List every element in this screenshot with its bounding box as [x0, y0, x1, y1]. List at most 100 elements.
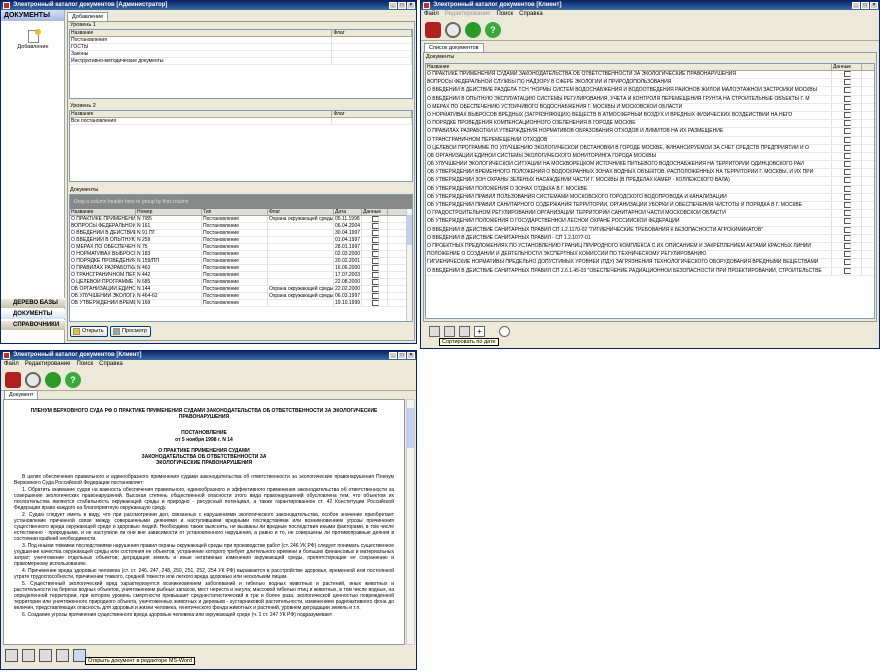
list-item[interactable]: О ГРАДОСТРОИТЕЛЬНОМ РЕГУЛИРОВАНИИ ОРГАНИ…: [426, 210, 874, 219]
maximize-button[interactable]: □: [861, 2, 869, 9]
document-icon[interactable]: [832, 259, 862, 267]
col-date[interactable]: Дата: [334, 209, 362, 215]
document-icon[interactable]: [362, 265, 388, 271]
doc-scrollbar[interactable]: [406, 399, 415, 645]
col-data[interactable]: Данные: [832, 64, 862, 70]
document-icon[interactable]: [832, 177, 862, 185]
list-item[interactable]: О ПРАКТИКЕ ПРИМЕНЕНИЯ СУДАМИ ЗАКОНОДАТЕЛ…: [426, 71, 874, 80]
menu-edit[interactable]: Редактирование: [25, 360, 71, 369]
document-icon[interactable]: [362, 258, 388, 264]
list-item[interactable]: ПОЛОЖЕНИЕ О СОЗДАНИИ И ДЕЯТЕЛЬНОСТИ ЭКСП…: [426, 251, 874, 260]
document-icon[interactable]: [362, 223, 388, 229]
close-button[interactable]: ×: [407, 2, 415, 9]
table-row[interactable]: О ВВЕДЕНИИ В ОПЫТНУЮ N 259 Постановление 01…: [70, 237, 412, 244]
list-item[interactable]: О МЕРАХ ПО ОБЕСПЕЧЕНИЮ УСТОЙЧИВОГО ВОДОС…: [426, 103, 874, 112]
list-item[interactable]: ОБ УТВЕРЖДЕНИИ ПРАВИЛ ПОЛЬЗОВАНИЯ СИСТЕМ…: [426, 193, 874, 202]
print-icon[interactable]: [5, 649, 18, 662]
document-icon[interactable]: [832, 111, 862, 120]
sort-asc-icon[interactable]: [444, 326, 455, 337]
print-preview-icon[interactable]: [56, 649, 69, 662]
col-name[interactable]: Название: [70, 30, 333, 36]
table-row[interactable]: Инструктивно-методические документы: [70, 58, 412, 65]
add-icon[interactable]: +: [474, 326, 485, 337]
menu-file[interactable]: Файл: [4, 360, 19, 369]
list-item[interactable]: ОБ УЛУЧШЕНИИ ЭКОЛОГИЧЕСКОЙ СИТУАЦИИ НА М…: [426, 161, 874, 170]
sidebar-item-tree[interactable]: ДЕРЕВО БАЗЫ: [1, 298, 65, 308]
document-icon[interactable]: [832, 169, 862, 177]
sort-date-icon[interactable]: [429, 326, 440, 337]
table-row[interactable]: ОБ УЛУЧШЕНИИ ЭКОЛОГИ N 464-62 Постановлени…: [70, 293, 412, 300]
col-name[interactable]: Название: [426, 64, 832, 70]
level2-grid[interactable]: Название Флаг Все постановления: [69, 110, 413, 182]
table-row[interactable]: ОБ УТВЕРЖДЕНИИ ВРЕМЕ N 169 Постановление 19…: [70, 300, 412, 307]
close-button[interactable]: ×: [407, 352, 415, 359]
list-item[interactable]: О НОРМАТИВАХ ВЫБРОСОВ ВРЕДНЫХ (ЗАГРЯЗНЯЮ…: [426, 111, 874, 121]
list-item[interactable]: О ВВЕДЕНИИ В ДЕЙСТВИЕ САНИТАРНЫХ ПРАВИЛ …: [426, 226, 874, 235]
level1-grid[interactable]: Название Флаг Постановления ГОСТЫ Законы …: [69, 29, 413, 99]
list-item[interactable]: О ВВЕДЕНИИ В ДЕЙСТВИЕ САНИТАРНЫХ ПРАВИЛ …: [426, 267, 874, 276]
list-item[interactable]: О ВВЕДЕНИИ В ДЕЙСТВИЕ РАЗДЕЛА ТСН "НОРМЫ…: [426, 87, 874, 96]
help-icon[interactable]: ?: [65, 371, 81, 388]
menu-file[interactable]: Файл: [424, 10, 439, 19]
document-icon[interactable]: [362, 293, 388, 299]
copy-icon[interactable]: [39, 649, 52, 662]
binoculars-icon[interactable]: [425, 21, 441, 38]
document-icon[interactable]: [362, 244, 388, 250]
document-icon[interactable]: [832, 226, 862, 234]
minimize-button[interactable]: _: [852, 2, 860, 9]
list-item[interactable]: О ПРОЕКТНЫХ ПРЕДЛОЖЕНИЯХ ПО УСТАНОВЛЕНИЮ…: [426, 242, 874, 252]
list-item[interactable]: ОБ УТВЕРЖДЕНИИ ПРАВИЛ САНИТАРНОГО СОДЕРЖ…: [426, 202, 874, 211]
table-row[interactable]: О ЦЕЛЕВОЙ ПРОГРАММЕ N 685 Постановление 22.…: [70, 279, 412, 286]
document-icon[interactable]: [832, 144, 862, 152]
table-row[interactable]: ОБ ОРГАНИЗАЦИИ ЕДИНО N 144 Постановление Ох…: [70, 286, 412, 293]
menu-help[interactable]: Справка: [99, 360, 123, 369]
col-type[interactable]: Тип: [202, 209, 268, 215]
list-item[interactable]: О ВВЕДЕНИИ В ОПЫТНУЮ ЭКСПЛУАТАЦИЮ СИСТЕМ…: [426, 95, 874, 104]
document-icon[interactable]: [362, 237, 388, 243]
col-flag[interactable]: Флаг: [268, 209, 334, 215]
document-icon[interactable]: [832, 71, 862, 79]
maximize-button[interactable]: □: [398, 2, 406, 9]
info-icon[interactable]: [499, 326, 510, 337]
document-icon[interactable]: [832, 87, 862, 95]
tab-add[interactable]: Добавление: [67, 12, 109, 21]
document-icon[interactable]: [832, 103, 862, 111]
document-icon[interactable]: [362, 272, 388, 278]
menu-search[interactable]: Поиск: [76, 360, 93, 369]
col-data[interactable]: Данные: [362, 209, 388, 215]
document-icon[interactable]: [832, 218, 862, 226]
document-icon[interactable]: [832, 120, 862, 128]
col-name[interactable]: Название: [70, 111, 333, 117]
vertical-scrollbar[interactable]: [406, 209, 412, 321]
table-row[interactable]: Законы: [70, 51, 412, 58]
document-icon[interactable]: [362, 216, 388, 222]
document-icon[interactable]: [832, 251, 862, 259]
document-icon[interactable]: [832, 234, 862, 242]
list-item[interactable]: О ТРАНСГРАНИЧНОМ ПЕРЕМЕЩЕНИИ ОТХОДОВ: [426, 136, 874, 145]
open-button[interactable]: Открыть: [70, 326, 108, 337]
document-icon[interactable]: [832, 95, 862, 103]
list-item[interactable]: ОБ УТВЕРЖДЕНИИ ПОЛОЖЕНИЯ О ГОСУДАРСТВЕНН…: [426, 218, 874, 227]
document-icon[interactable]: [832, 136, 862, 144]
close-button[interactable]: ×: [870, 2, 878, 9]
document-icon[interactable]: [362, 251, 388, 257]
sort-desc-icon[interactable]: [459, 326, 470, 337]
document-icon[interactable]: [832, 152, 862, 161]
documents-grid[interactable]: Drag a column header here to group by th…: [69, 194, 413, 322]
table-row[interactable]: О ПРАВИЛАХ РАЗРАБОТКИ N 463 Постановление 1…: [70, 265, 412, 272]
help-icon[interactable]: ?: [485, 21, 501, 38]
table-row[interactable]: Постановления: [70, 37, 412, 44]
tab-document-list[interactable]: Список документов: [424, 43, 484, 52]
document-icon[interactable]: [362, 286, 388, 292]
search-icon[interactable]: [445, 21, 461, 38]
view-button[interactable]: Просмотр: [110, 326, 152, 337]
list-item[interactable]: ОБ УТВЕРЖДЕНИИ ВРЕМЕННОГО ПОЛОЖЕНИЯ О ВО…: [426, 169, 874, 178]
back-icon[interactable]: [45, 371, 61, 388]
list-item[interactable]: О ПРАВИЛАХ РАЗРАБОТКИ И УТВЕРЖДЕНИЯ НОРМ…: [426, 128, 874, 137]
document-icon[interactable]: [832, 161, 862, 169]
col-flag[interactable]: Флаг: [332, 30, 412, 36]
menu-help[interactable]: Справка: [519, 10, 543, 19]
document-icon[interactable]: [832, 202, 862, 210]
table-row[interactable]: ВОПРОСЫ ФЕДЕРАЛЬНОЙ N 161 Постановление 06.…: [70, 223, 412, 230]
table-row[interactable]: О МЕРАХ ПО ОБЕСПЕЧЕНИ N 75 Постановление 28…: [70, 244, 412, 251]
